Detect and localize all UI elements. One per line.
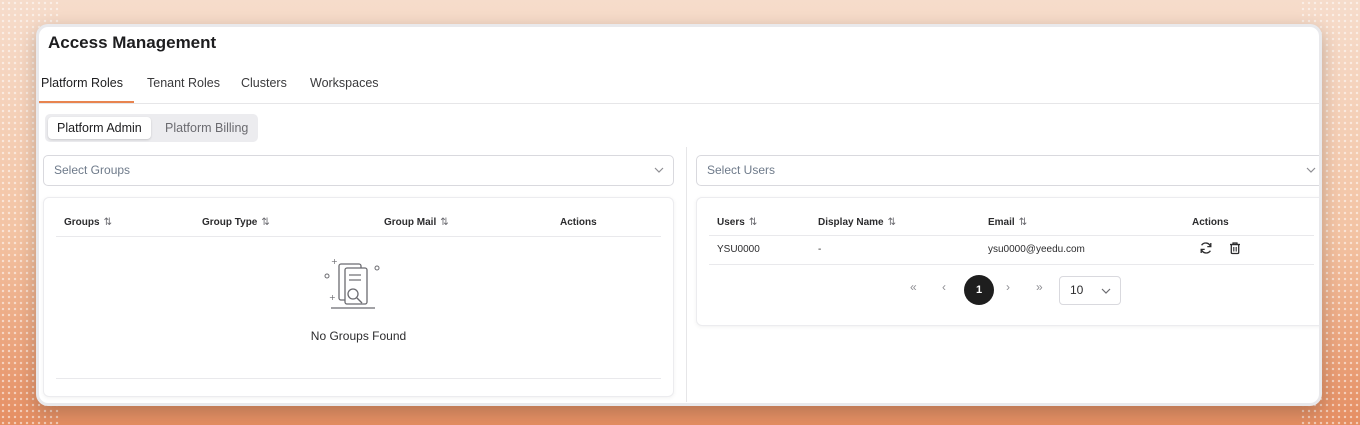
column-label: Groups (64, 217, 100, 228)
column-header-display-name[interactable]: Display Name ⇅ (818, 217, 896, 228)
sort-icon[interactable]: ⇅ (104, 217, 112, 228)
select-users-placeholder: Select Users (707, 163, 776, 177)
users-table-card: Users ⇅ Display Name ⇅ Email ⇅ Actions YSU0… (696, 197, 1319, 326)
page-title: Access Management (48, 33, 217, 52)
first-page-button[interactable]: « (910, 280, 917, 294)
column-header-groups[interactable]: Groups ⇅ (64, 217, 112, 228)
trash-icon[interactable] (1228, 241, 1242, 255)
document-search-icon: + + (324, 257, 380, 309)
tab-platform-roles[interactable]: Platform Roles (41, 76, 123, 90)
column-header-actions: Actions (1192, 217, 1229, 228)
refresh-icon[interactable] (1199, 241, 1213, 255)
page-size-value: 10 (1070, 283, 1084, 297)
page-1-button[interactable]: 1 (964, 275, 994, 305)
cell-user: YSU0000 (717, 244, 760, 255)
subtab-platform-admin[interactable]: Platform Admin (48, 117, 151, 139)
svg-text:+: + (331, 257, 338, 266)
header-divider (709, 235, 1314, 236)
tab-bar: Platform Roles Tenant Roles Clusters Wor… (39, 67, 1319, 104)
column-label: Users (717, 217, 745, 228)
select-users-dropdown[interactable]: Select Users (696, 155, 1319, 186)
column-label: Display Name (818, 217, 884, 228)
row-divider (709, 264, 1314, 265)
panel-divider (686, 147, 687, 402)
active-tab-indicator (39, 101, 134, 103)
tab-clusters[interactable]: Clusters (241, 76, 287, 90)
column-header-actions: Actions (560, 217, 597, 228)
column-label: Actions (1192, 217, 1229, 228)
column-label: Actions (560, 217, 597, 228)
column-label: Group Mail (384, 217, 437, 228)
column-header-email[interactable]: Email ⇅ (988, 217, 1027, 228)
role-subtabs: Platform Admin Platform Billing (45, 114, 258, 142)
next-page-button[interactable]: › (1006, 280, 1010, 294)
column-label: Email (988, 217, 1015, 228)
last-page-button[interactable]: » (1036, 280, 1043, 294)
sort-icon[interactable]: ⇅ (888, 217, 896, 228)
page-size-select[interactable]: 10 (1059, 276, 1121, 305)
select-groups-dropdown[interactable]: Select Groups (43, 155, 674, 186)
groups-table-card: Groups ⇅ Group Type ⇅ Group Mail ⇅ Actions … (43, 197, 674, 397)
footer-divider (56, 378, 661, 379)
column-label: Group Type (202, 217, 258, 228)
chevron-down-icon (654, 167, 664, 173)
tab-tenant-roles[interactable]: Tenant Roles (147, 76, 220, 90)
column-header-group-mail[interactable]: Group Mail ⇅ (384, 217, 449, 228)
sort-icon[interactable]: ⇅ (261, 217, 269, 228)
svg-text:+: + (329, 293, 336, 302)
column-header-users[interactable]: Users ⇅ (717, 217, 757, 228)
tab-workspaces[interactable]: Workspaces (310, 76, 379, 90)
prev-page-button[interactable]: ‹ (942, 280, 946, 294)
sort-icon[interactable]: ⇅ (1019, 217, 1027, 228)
sort-icon[interactable]: ⇅ (440, 217, 448, 228)
header-divider (56, 236, 661, 237)
empty-state-text: No Groups Found (310, 329, 407, 343)
cell-display-name: - (818, 244, 822, 255)
subtab-platform-billing[interactable]: Platform Billing (156, 117, 257, 139)
app-window: Access Management Platform Roles Tenant … (36, 24, 1322, 406)
chevron-down-icon (1101, 288, 1111, 294)
cell-email: ysu0000@yeedu.com (988, 244, 1085, 255)
sort-icon[interactable]: ⇅ (749, 217, 757, 228)
chevron-down-icon (1306, 167, 1316, 173)
select-groups-placeholder: Select Groups (54, 163, 131, 177)
column-header-group-type[interactable]: Group Type ⇅ (202, 217, 270, 228)
